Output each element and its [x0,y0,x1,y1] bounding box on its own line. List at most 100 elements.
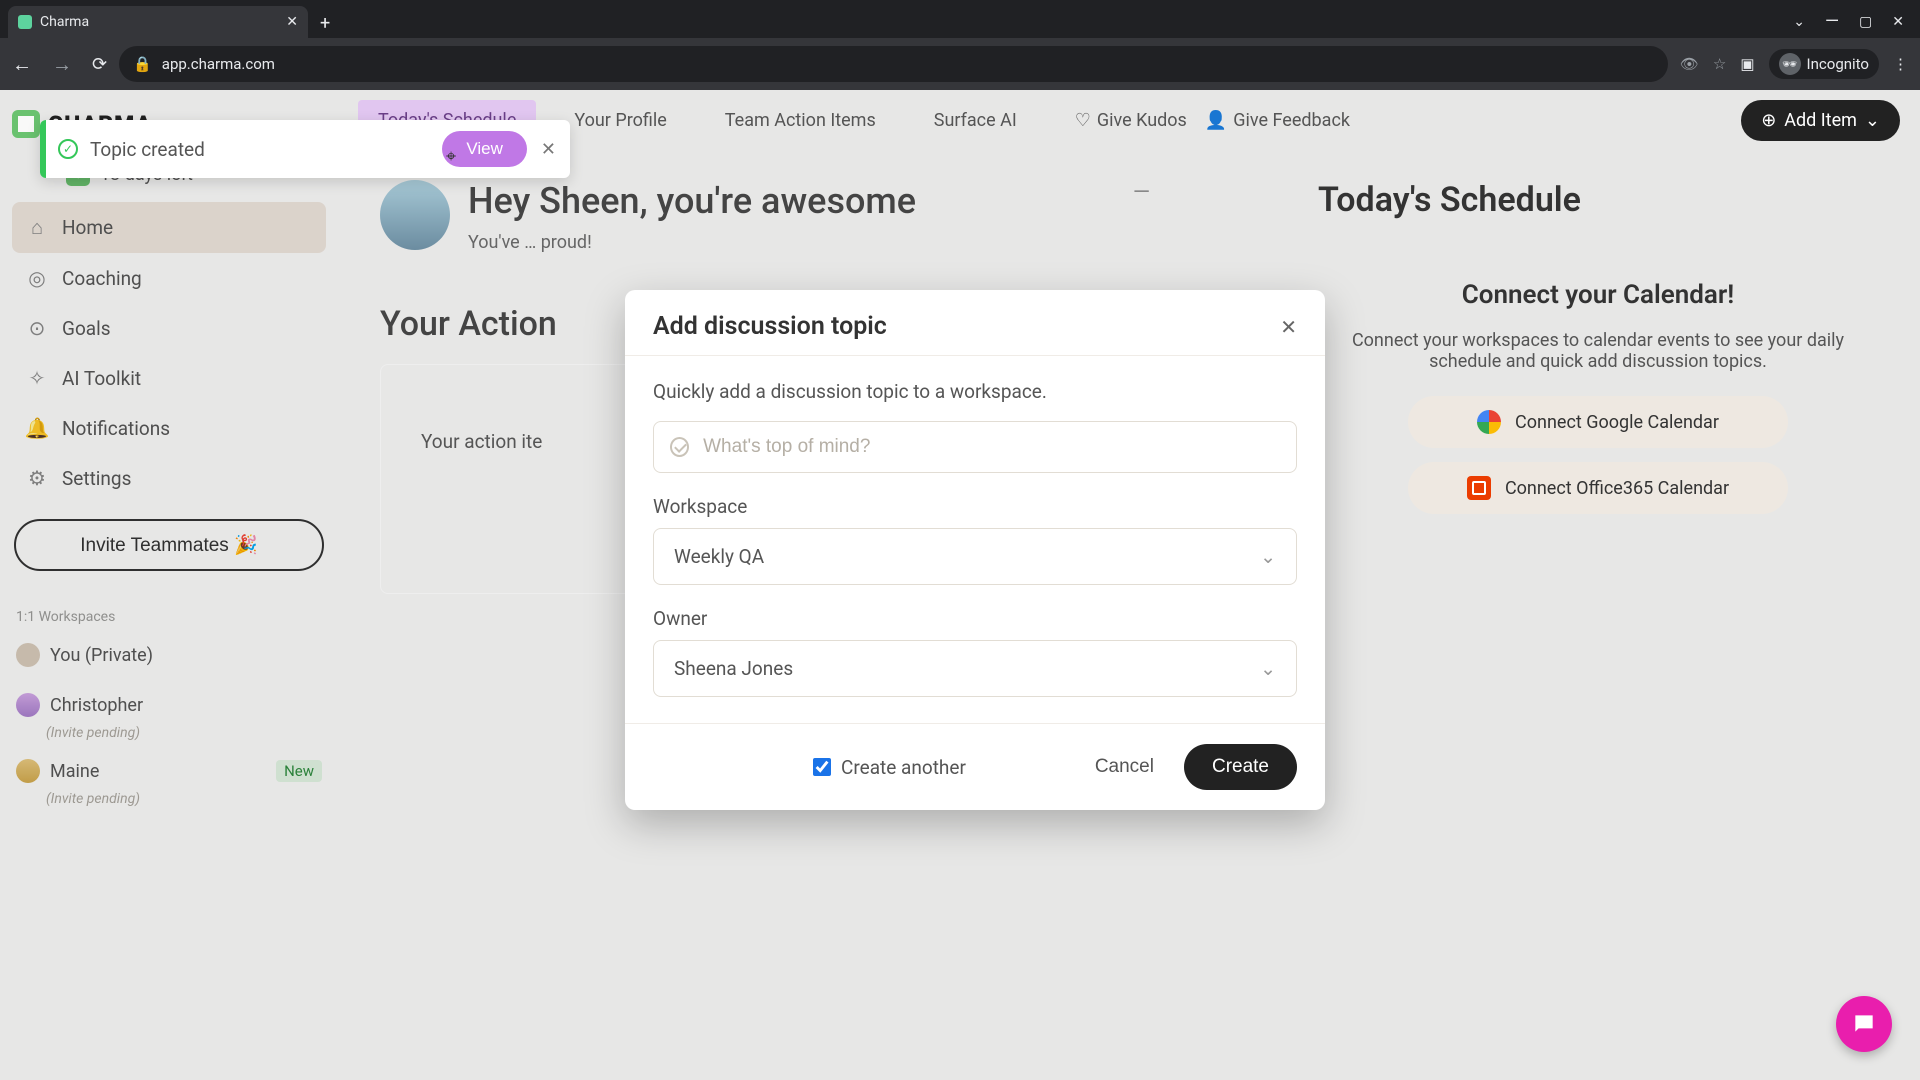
sidebar: CHARMA ⇤ ✦ 13 days left ⌂ Home ◎ Coachin… [0,90,338,1080]
workspace-item-christopher[interactable]: Christopher (Invite pending) [12,685,326,741]
nav-ai-toolkit[interactable]: ✧ AI Toolkit [12,353,326,403]
create-another-checkbox[interactable]: Create another [813,756,966,779]
owner-select[interactable]: Sheena Jones ⌄ [653,640,1297,697]
workspaces-section-title: 1:1 Workspaces [16,609,322,625]
kudos-label: Give Kudos [1097,110,1187,131]
give-kudos-button[interactable]: ♡ Give Kudos [1075,110,1187,131]
tab-your-profile[interactable]: Your Profile [554,100,686,141]
chevron-down-icon[interactable]: ⌄ [1793,14,1805,30]
connect-google-button[interactable]: Connect Google Calendar [1408,396,1788,448]
browser-tab[interactable]: Charma ✕ [8,6,308,38]
google-btn-label: Connect Google Calendar [1515,412,1719,433]
incognito-chip[interactable]: 🕶 Incognito [1769,49,1879,79]
bookmark-icon[interactable]: ☆ [1713,55,1726,73]
feedback-label: Give Feedback [1233,110,1350,131]
chevron-down-icon: ⌄ [1260,545,1276,568]
hero-title: Hey Sheen, you're awesome [468,180,916,222]
invite-teammates-button[interactable]: Invite Teammates 🎉 [14,519,324,571]
reload-button[interactable]: ⟳ [92,54,107,75]
create-another-input[interactable] [813,758,831,776]
topic-input-wrapper[interactable] [653,421,1297,473]
tab-title: Charma [40,14,278,30]
nav-settings[interactable]: ⚙ Settings [12,453,326,503]
incognito-icon: 🕶 [1779,53,1801,75]
heart-icon: ♡ [1075,110,1091,131]
chevron-down-icon: ⌄ [1260,657,1276,680]
avatar-icon [16,693,40,717]
cancel-button[interactable]: Cancel [1095,756,1154,778]
plus-circle-icon: ⊕ [1761,110,1776,131]
close-modal-icon[interactable]: ✕ [1280,315,1297,339]
chat-icon [1851,1011,1877,1037]
modal-description: Quickly add a discussion topic to a work… [653,380,1297,403]
add-item-button[interactable]: ⊕ Add Item ⌄ [1741,100,1900,141]
create-button[interactable]: Create [1184,744,1297,790]
home-icon: ⌂ [26,215,48,240]
nav-goals[interactable]: ⊙ Goals [12,303,326,353]
toast-close-icon[interactable]: ✕ [541,139,556,160]
tab-surface-ai[interactable]: Surface AI [914,100,1037,141]
add-discussion-modal: Add discussion topic ✕ Quickly add a dis… [625,290,1325,810]
topic-input[interactable] [703,436,1280,458]
nav-home[interactable]: ⌂ Home [12,202,326,253]
panel-icon[interactable]: ▣ [1740,55,1754,73]
collapse-icon[interactable]: — [1133,180,1150,205]
new-tab-button[interactable]: + [320,13,330,38]
office365-icon [1467,476,1491,500]
nav-label: AI Toolkit [62,367,141,390]
workspace-sub: (Invite pending) [46,725,326,741]
tab-team-action-items[interactable]: Team Action Items [705,100,896,141]
connect-office365-button[interactable]: Connect Office365 Calendar [1408,462,1788,514]
nav-label: Notifications [62,417,170,440]
close-window-button[interactable]: ✕ [1892,14,1904,30]
connect-calendar-title: Connect your Calendar! [1318,280,1878,310]
cursor-icon: ⌖ [446,146,456,167]
toast-message: Topic created [90,138,442,161]
workspace-item-you[interactable]: You (Private) [12,635,326,675]
minimize-button[interactable]: — [1825,11,1839,32]
incognito-label: Incognito [1807,55,1869,73]
rc-title: Today's Schedule [1318,180,1878,220]
gear-icon: ⚙ [26,466,48,490]
give-feedback-button[interactable]: 👤 Give Feedback [1205,110,1350,131]
right-column: Today's Schedule Connect your Calendar! … [1318,180,1878,528]
nav-label: Settings [62,467,131,490]
workspace-name: Maine [50,761,99,782]
connect-calendar-body: Connect your workspaces to calendar even… [1318,330,1878,372]
hero-avatar [380,180,450,250]
check-circle-icon [670,437,689,457]
nav-label: Home [62,216,113,239]
nav-label: Goals [62,317,111,340]
forward-button[interactable]: → [52,52,72,77]
add-item-label: Add Item [1784,110,1857,131]
menu-icon[interactable]: ⋮ [1893,55,1908,73]
check-circle-icon: ✓ [58,139,78,159]
avatar-icon [16,643,40,667]
workspace-item-maine[interactable]: Maine New (Invite pending) [12,751,326,807]
nav-coaching[interactable]: ◎ Coaching [12,253,326,303]
google-icon [1477,410,1501,434]
lock-icon: 🔒 [133,55,152,73]
top-nav: Today's Schedule Your Profile Team Actio… [338,90,1920,150]
workspace-select[interactable]: Weekly QA ⌄ [653,528,1297,585]
toast-success: ✓ Topic created View ✕ [40,120,570,178]
maximize-button[interactable]: ▢ [1859,14,1872,30]
workspace-name: Christopher [50,695,143,716]
workspace-sub: (Invite pending) [46,791,326,807]
favicon-icon [18,15,32,29]
new-badge: New [276,760,322,782]
create-another-label: Create another [841,756,966,779]
back-button[interactable]: ← [12,52,32,77]
address-bar[interactable]: 🔒 app.charma.com [119,46,1668,82]
close-tab-icon[interactable]: ✕ [286,14,298,30]
nav-notifications[interactable]: 🔔 Notifications [12,403,326,453]
workspace-value: Weekly QA [674,545,764,568]
eye-off-icon[interactable]: 👁 [1680,55,1699,73]
url-text: app.charma.com [162,55,275,73]
chevron-down-icon: ⌄ [1865,110,1880,131]
hero-subtitle: You've … proud! [468,232,916,253]
toast-accent [40,120,46,178]
chat-fab[interactable] [1836,996,1892,1052]
person-icon: 👤 [1205,110,1227,131]
owner-label: Owner [653,607,1297,630]
